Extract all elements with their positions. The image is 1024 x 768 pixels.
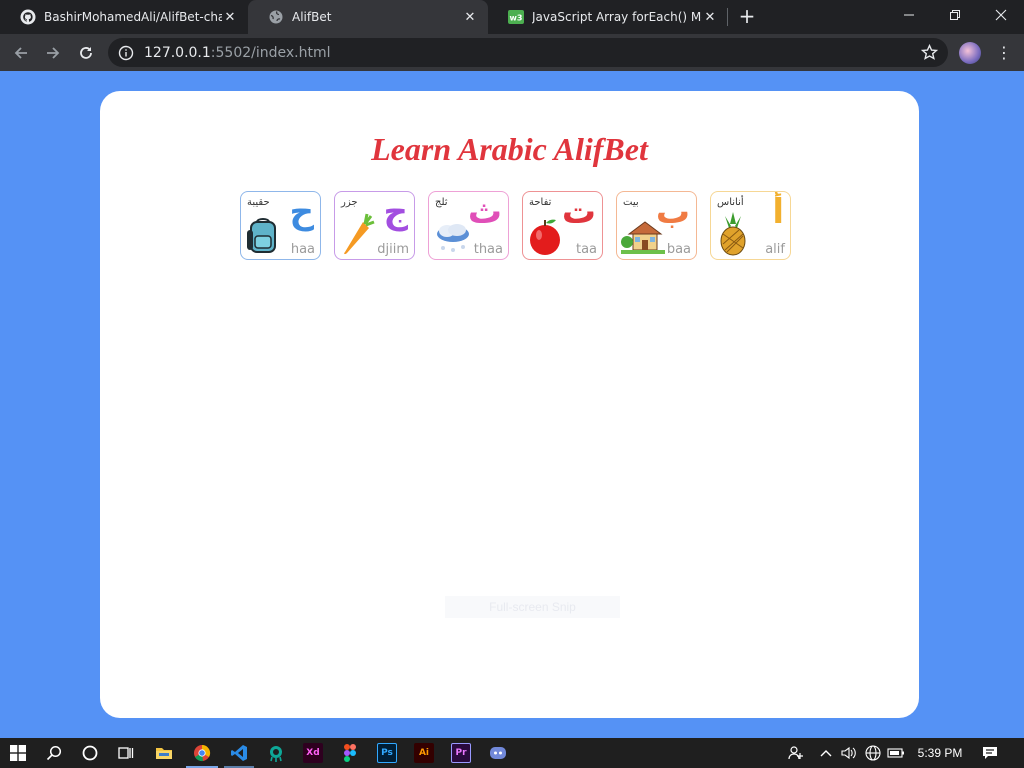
flashcard-taa[interactable]: تفاحة ت taa — [522, 191, 603, 260]
network-globe-icon[interactable] — [863, 743, 883, 763]
reload-icon — [80, 47, 92, 59]
forward-button[interactable] — [40, 40, 66, 66]
discord-icon[interactable] — [488, 743, 508, 763]
tab-title: AlifBet — [292, 10, 332, 24]
tab-alifbet[interactable]: AlifBet ✕ — [248, 0, 488, 34]
gitkraken-icon[interactable] — [266, 743, 286, 763]
close-window-button[interactable] — [978, 0, 1024, 30]
reload-button[interactable] — [73, 40, 99, 66]
url-host: 127.0.0.1 — [144, 44, 211, 61]
premiere-icon[interactable]: Pr — [451, 743, 471, 763]
w3schools-icon: w3 — [508, 10, 524, 24]
illustrator-icon[interactable]: Ai — [414, 743, 434, 763]
transliteration: taa — [575, 242, 597, 257]
tab-strip: BashirMohamedAli/AlifBet-challe ✕ AlifBe… — [0, 0, 1024, 34]
flashcard-haa[interactable]: حقيبة ح haa — [240, 191, 321, 260]
tab-w3schools[interactable]: w3 JavaScript Array forEach() Method ✕ — [488, 0, 728, 34]
transliteration: thaa — [473, 242, 503, 257]
snow-cloud-icon — [437, 224, 469, 252]
restore-button[interactable] — [932, 0, 978, 30]
minimize-button[interactable] — [886, 0, 932, 30]
arabic-letter: أ — [772, 192, 784, 232]
chrome-icon[interactable] — [192, 743, 212, 763]
close-tab-icon[interactable]: ✕ — [702, 9, 718, 25]
arrow-right-icon — [47, 47, 60, 59]
transliteration: baa — [666, 242, 691, 257]
adobe-xd-icon[interactable]: Xd — [303, 743, 323, 763]
tab-github[interactable]: BashirMohamedAli/AlifBet-challe ✕ — [0, 0, 248, 34]
restore-icon — [950, 10, 960, 20]
arabic-letter: ح — [289, 192, 314, 232]
close-tab-icon[interactable]: ✕ — [462, 9, 478, 25]
transliteration: alif — [765, 242, 785, 257]
battery-icon[interactable] — [886, 743, 906, 763]
close-icon — [995, 9, 1007, 21]
url-path: :5502/index.html — [210, 44, 331, 61]
arabic-word: بيت — [623, 197, 639, 208]
search-icon[interactable] — [44, 743, 64, 763]
file-explorer-icon[interactable] — [154, 743, 174, 763]
fullscreen-snip-tooltip: Full-screen Snip — [445, 596, 620, 618]
arabic-word: جزر — [341, 197, 358, 208]
people-icon[interactable] — [786, 743, 806, 763]
transliteration: haa — [290, 242, 315, 257]
content-card: Learn Arabic AlifBet حقيبة ح haa جزر ج d… — [100, 91, 919, 718]
info-icon[interactable] — [118, 45, 134, 61]
arabic-word: تفاحة — [529, 197, 552, 208]
tab-title: JavaScript Array forEach() Method — [532, 10, 702, 24]
notification-icon[interactable] — [980, 743, 1000, 763]
transliteration: djiim — [377, 242, 409, 257]
flashcard-alif[interactable]: أناناس أ alif — [710, 191, 791, 260]
tab-divider — [727, 8, 728, 26]
arabic-letter: ج — [383, 192, 408, 232]
github-icon — [20, 9, 36, 25]
carrot-icon — [344, 213, 375, 255]
address-bar[interactable]: 127.0.0.1:5502/index.html — [108, 38, 948, 67]
flashcard-thaa[interactable]: ثلج ث thaa — [428, 191, 509, 260]
bookmark-star-icon[interactable] — [921, 44, 938, 61]
close-tab-icon[interactable]: ✕ — [222, 9, 238, 25]
clock[interactable]: 5:39 PM — [908, 738, 972, 768]
arabic-word: ثلج — [435, 197, 448, 208]
back-button[interactable] — [8, 40, 34, 66]
globe-icon — [269, 10, 283, 24]
backpack-icon — [247, 218, 276, 253]
house-icon — [621, 221, 665, 254]
figma-icon[interactable] — [340, 743, 360, 763]
taskbar: Xd Ps Ai Pr 5:39 PM — [0, 738, 1024, 768]
task-view-icon[interactable] — [116, 743, 136, 763]
new-tab-button[interactable]: + — [737, 6, 757, 27]
arrow-left-icon — [14, 47, 27, 59]
page-title: Learn Arabic AlifBet — [371, 131, 648, 167]
arabic-word: أناناس — [717, 197, 744, 208]
apple-icon — [530, 219, 560, 255]
windows-start-icon[interactable] — [8, 743, 28, 763]
cortana-icon[interactable] — [80, 743, 100, 763]
arabic-word: حقيبة — [247, 197, 270, 208]
chevron-up-icon[interactable] — [816, 743, 836, 763]
flashcard-djiim[interactable]: جزر ج djiim — [334, 191, 415, 260]
profile-avatar[interactable] — [959, 42, 981, 64]
page-viewport: Learn Arabic AlifBet حقيبة ح haa جزر ج d… — [0, 71, 1024, 738]
tab-title: BashirMohamedAli/AlifBet-challe — [44, 10, 222, 24]
arabic-letter: ت — [561, 192, 596, 232]
browser-toolbar: 127.0.0.1:5502/index.html ⋮ — [0, 34, 1024, 71]
menu-kebab-icon[interactable]: ⋮ — [996, 42, 1012, 64]
pineapple-icon — [720, 212, 746, 256]
flashcard-baa[interactable]: بيت ب baa — [616, 191, 697, 260]
url-text: 127.0.0.1:5502/index.html — [144, 45, 331, 61]
vscode-icon[interactable] — [229, 743, 249, 763]
svg-text:w3: w3 — [510, 14, 523, 23]
volume-icon[interactable] — [839, 743, 859, 763]
photoshop-icon[interactable]: Ps — [377, 743, 397, 763]
minimize-icon — [904, 14, 914, 16]
